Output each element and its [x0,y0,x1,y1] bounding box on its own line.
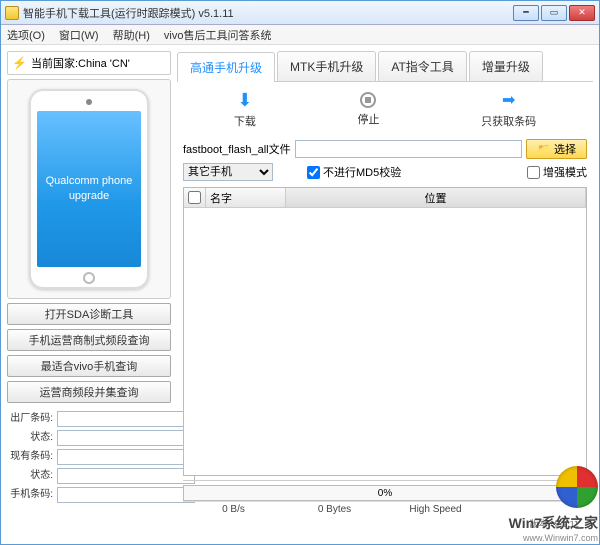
file-input[interactable] [295,140,523,158]
tabs: 高通手机升级 MTK手机升级 AT指令工具 增量升级 [177,51,593,82]
fac-barcode-label: 出厂条码: [7,411,55,427]
col-name[interactable]: 名字 [206,188,286,207]
stop-button[interactable]: 停止 [357,92,379,127]
download-button[interactable]: ⬇ 下载 [234,90,256,129]
menu-window[interactable]: 窗口(W) [59,27,99,43]
phone-mockup: Qualcomm phone upgrade [29,89,149,289]
enhance-checkbox-label[interactable]: 增强模式 [527,164,587,180]
titlebar: 智能手机下载工具(运行时跟踪模式) v5.1.11 ━ ▭ ✕ [1,1,599,25]
file-label: fastboot_flash_all文件 [183,141,291,157]
stop-label: 停止 [357,111,379,127]
enhance-text: 增强模式 [543,164,587,180]
phone-camera-icon [86,99,92,105]
status-row: 0 B/s 0 Bytes High Speed [183,501,587,517]
vivo-query-button[interactable]: 最适合vivo手机查询 [7,355,171,377]
enhance-checkbox[interactable] [527,166,540,179]
phone-screen-text: Qualcomm phone upgrade [37,174,141,205]
toolbar: ⬇ 下载 停止 ➡ 只获取条码 [177,82,593,137]
menubar: 选项(O) 窗口(W) 帮助(H) vivo售后工具问答系统 [1,25,599,45]
close-button[interactable]: ✕ [569,5,595,21]
md5-checkbox[interactable] [307,166,320,179]
barcode-label: 只获取条码 [481,113,536,129]
mode-text: High Speed [385,502,486,517]
md5-checkbox-label[interactable]: 不进行MD5校验 [307,164,401,180]
col-location[interactable]: 位置 [286,188,586,207]
phone-barcode-input[interactable] [57,487,195,503]
tab-mtk[interactable]: MTK手机升级 [277,51,376,81]
bolt-icon: ⚡ [12,56,27,70]
tab-incr[interactable]: 增量升级 [469,51,543,81]
status2-label: 状态: [7,468,55,484]
content: ⚡ 当前国家:China 'CN' Qualcomm phone upgrade… [1,45,599,544]
phone-home-icon [83,272,95,284]
table-body [184,208,586,475]
freq-query-button[interactable]: 运营商频段并集查询 [7,381,171,403]
menu-options[interactable]: 选项(O) [7,27,45,43]
col-check[interactable] [184,188,206,207]
progress-bar: 0% [183,485,587,501]
phone-screen: Qualcomm phone upgrade [37,111,141,267]
version-text: 版本 v5.1.11 [183,517,587,532]
file-table: 名字 位置 [183,187,587,476]
country-indicator: ⚡ 当前国家:China 'CN' [7,51,171,75]
progress-text: 0% [378,488,392,499]
check-all[interactable] [188,191,201,204]
menu-help[interactable]: 帮助(H) [113,27,150,43]
speed-text: 0 B/s [183,502,284,517]
stop-icon [360,92,376,108]
arrow-right-icon: ➡ [499,90,519,110]
browse-button[interactable]: 📁 选择 [526,139,587,159]
maximize-button[interactable]: ▭ [541,5,567,21]
sidebar: ⚡ 当前国家:China 'CN' Qualcomm phone upgrade… [7,51,171,538]
fac-barcode-input[interactable] [57,411,195,427]
status1-label: 状态: [7,430,55,446]
window-title: 智能手机下载工具(运行时跟踪模式) v5.1.11 [23,5,511,21]
extra-text [486,502,587,517]
status2-input[interactable] [57,468,195,484]
table-header: 名字 位置 [184,188,586,208]
app-icon [5,6,19,20]
phone-barcode-label: 手机条码: [7,487,55,503]
country-label: 当前国家:China 'CN' [31,55,130,71]
file-row: fastboot_flash_all文件 📁 选择 [177,137,593,161]
minimize-button[interactable]: ━ [513,5,539,21]
cur-barcode-input[interactable] [57,449,195,465]
tab-at[interactable]: AT指令工具 [378,51,466,81]
phone-type-select[interactable]: 其它手机 [183,163,273,181]
open-sda-button[interactable]: 打开SDA诊断工具 [7,303,171,325]
info-grid: 出厂条码: 状态: 现有条码: 状态: 手机条码: [7,411,171,503]
status1-input[interactable] [57,430,195,446]
menu-qa[interactable]: vivo售后工具问答系统 [164,27,272,43]
download-icon: ⬇ [235,90,255,110]
app-window: 智能手机下载工具(运行时跟踪模式) v5.1.11 ━ ▭ ✕ 选项(O) 窗口… [0,0,600,545]
download-label: 下载 [234,113,256,129]
tab-qualcomm[interactable]: 高通手机升级 [177,52,275,82]
bytes-text: 0 Bytes [284,502,385,517]
md5-text: 不进行MD5校验 [323,164,401,180]
browse-label: 选择 [554,141,576,157]
carrier-query-button[interactable]: 手机运营商制式频段查询 [7,329,171,351]
cur-barcode-label: 现有条码: [7,449,55,465]
folder-icon: 📁 [537,143,551,156]
status-area: 0% 0 B/s 0 Bytes High Speed 版本 v5.1.11 [183,480,587,532]
phone-preview: Qualcomm phone upgrade [7,79,171,299]
barcode-button[interactable]: ➡ 只获取条码 [481,90,536,129]
options-row: 其它手机 不进行MD5校验 增强模式 [177,161,593,183]
main-panel: 高通手机升级 MTK手机升级 AT指令工具 增量升级 ⬇ 下载 停止 ➡ 只获取… [177,51,593,538]
